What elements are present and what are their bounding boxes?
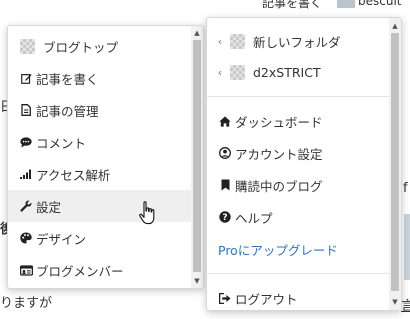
avatar	[337, 0, 355, 8]
chevron-left-icon: ‹	[217, 35, 223, 48]
menu-item-label: アカウント設定	[235, 146, 323, 162]
scroll-down-arrow[interactable]: ▼	[191, 276, 203, 286]
menu-item-manage-posts[interactable]: 記事の管理	[8, 94, 203, 126]
scrollbar-thumb[interactable]	[193, 40, 201, 272]
menu-item-write-post[interactable]: 記事を書く	[8, 62, 203, 94]
header-write-link[interactable]: 記事を書く	[262, 0, 322, 11]
palette-icon	[19, 232, 33, 244]
menu-item-design[interactable]: デザイン	[8, 222, 203, 254]
document-icon	[19, 104, 33, 116]
background-body-text: りますが	[0, 296, 53, 311]
scroll-up-arrow[interactable]: ▲	[389, 21, 401, 31]
menu-item-label: デザイン	[36, 231, 87, 247]
background-text: f	[403, 181, 408, 196]
menu-item-label: 記事の管理	[36, 103, 99, 119]
menu-item-label: 記事を書く	[36, 71, 99, 87]
divider	[207, 96, 389, 97]
menu-item-label: ダッシュボード	[235, 114, 323, 130]
blog-menu-dropdown: ブログトップ 記事を書く 記事の管理 コメント アクセス解析 設定 デザイン ブ…	[7, 25, 204, 289]
scrollbar-thumb[interactable]	[391, 33, 399, 291]
logout-list: ログアウト	[207, 282, 401, 310]
folder-item[interactable]: ‹ 新しいフォルダ	[207, 26, 401, 57]
account-icon	[218, 147, 232, 159]
menu-item-dashboard[interactable]: ダッシュボード	[207, 105, 401, 137]
scrollbar[interactable]: ▲ ▼	[389, 18, 401, 310]
menu-item-upgrade-pro[interactable]: Proにアップグレード	[207, 233, 401, 265]
menu-item-label: コメント	[36, 135, 87, 151]
blog-folder-list: ‹ 新しいフォルダ ‹ d2xSTRICT	[207, 18, 401, 88]
menu-item-label: ヘルプ	[235, 210, 273, 226]
folder-label: d2xSTRICT	[253, 65, 321, 80]
home-icon	[218, 115, 232, 127]
background-image	[404, 214, 410, 280]
menu-item-access-analytics[interactable]: アクセス解析	[8, 158, 203, 190]
folder-label: 新しいフォルダ	[253, 35, 341, 50]
menu-item-help[interactable]: ? ヘルプ	[207, 201, 401, 233]
blog-menu-list: ブログトップ 記事を書く 記事の管理 コメント アクセス解析 設定 デザイン ブ…	[8, 26, 203, 286]
menu-item-blog-members[interactable]: ブログメンバー	[8, 254, 203, 286]
hand-cursor-icon	[139, 201, 155, 225]
scroll-up-arrow[interactable]: ▲	[191, 28, 203, 38]
header-username: bescuit	[358, 0, 402, 8]
menu-item-account-settings[interactable]: アカウント設定	[207, 137, 401, 169]
menu-item-logout[interactable]: ログアウト	[207, 282, 401, 310]
scrollbar[interactable]: ▲ ▼	[191, 26, 203, 288]
menu-item-label: ブログトップ	[43, 39, 119, 55]
account-menu-list: ダッシュボード アカウント設定 購読中のブログ ? ヘルプ Proにアップグレー…	[207, 105, 401, 265]
bookmark-icon	[218, 179, 232, 191]
edit-icon	[19, 73, 33, 84]
wrench-icon	[19, 200, 33, 212]
background-link[interactable]: 言	[401, 295, 410, 314]
blog-thumbnail	[230, 65, 245, 80]
logout-icon	[218, 292, 232, 304]
upgrade-link: Proにアップグレード	[218, 242, 338, 258]
menu-item-label: ブログメンバー	[36, 263, 124, 279]
blog-thumbnail	[20, 38, 35, 54]
menu-item-label: アクセス解析	[36, 167, 111, 183]
menu-item-label: 購読中のブログ	[235, 178, 323, 194]
blog-thumbnail	[230, 34, 245, 49]
menu-item-subscribed-blogs[interactable]: 購読中のブログ	[207, 169, 401, 201]
menu-item-settings[interactable]: 設定	[8, 190, 203, 222]
divider	[207, 273, 389, 274]
chart-icon	[19, 169, 33, 179]
menu-item-comments[interactable]: コメント	[8, 126, 203, 158]
help-icon: ?	[218, 211, 232, 223]
scroll-down-arrow[interactable]: ▼	[389, 297, 401, 307]
members-icon	[19, 264, 33, 276]
header-user-menu[interactable]: bescuit	[337, 0, 402, 8]
menu-item-label: ログアウト	[235, 291, 298, 307]
menu-item-label: 設定	[36, 199, 62, 215]
account-menu-dropdown: ‹ 新しいフォルダ ‹ d2xSTRICT ダッシュボード アカウント設定 購読…	[206, 17, 402, 311]
svg-text:?: ?	[222, 213, 227, 223]
chevron-left-icon: ‹	[217, 66, 223, 79]
folder-item[interactable]: ‹ d2xSTRICT	[207, 57, 401, 88]
comment-icon	[19, 136, 33, 148]
menu-item-blog-top[interactable]: ブログトップ	[9, 30, 203, 62]
